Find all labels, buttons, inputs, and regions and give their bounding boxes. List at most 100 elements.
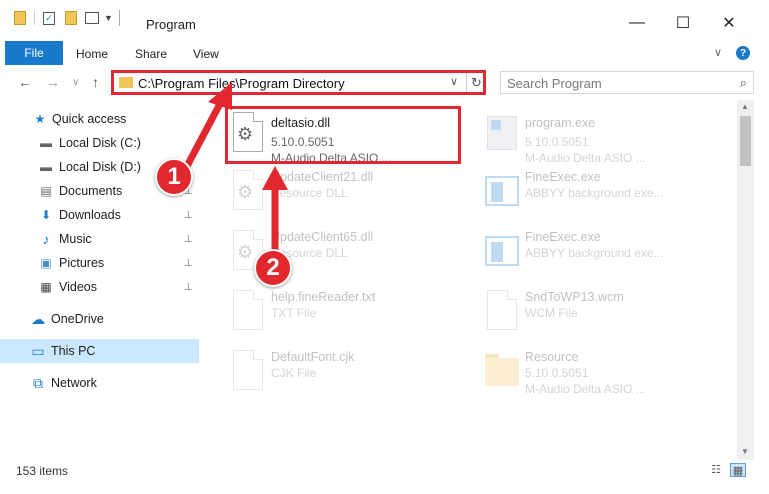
address-path[interactable]: C:\Program Files\Program Directory <box>138 76 345 91</box>
sidebar-item-label: This PC <box>51 344 96 358</box>
address-bar[interactable]: C:\Program Files\Program Directory ∨ ↻ <box>111 70 486 95</box>
scroll-down-icon[interactable]: ▼ <box>741 447 749 456</box>
file-item-sndtowp13-wcm[interactable]: SndToWP13.wcm WCM File <box>477 284 717 336</box>
file-type: Resource DLL <box>271 186 348 200</box>
qa-dropdown-icon[interactable]: ▼ <box>104 13 113 23</box>
search-input[interactable]: Search Program ⌕ <box>500 71 754 94</box>
sidebar-item-onedrive[interactable]: ☁ OneDrive <box>0 307 199 331</box>
scroll-thumb[interactable] <box>740 116 751 166</box>
text-file-icon <box>483 290 521 334</box>
pin-icon[interactable]: ⊥ <box>184 210 193 221</box>
file-item-defaultfont-cjk[interactable]: DefaultFont.cjk CJK File <box>223 344 463 396</box>
sidebar-item-label: Music <box>59 232 92 246</box>
folder-item-resource[interactable]: Resource 5.10.0.5051 M-Audio Delta ASIO … <box>477 344 717 396</box>
sidebar-item-label: Downloads <box>59 208 121 222</box>
sidebar-item-downloads[interactable]: ⬇ Downloads ⊥ <box>0 203 199 227</box>
tab-home[interactable]: Home <box>76 47 108 61</box>
file-item-program-exe[interactable]: program.exe 5.10.0.5051 M-Audio Delta AS… <box>477 106 717 165</box>
item-count: 153 items <box>16 464 69 478</box>
refresh-icon[interactable]: ↻ <box>466 73 486 92</box>
recent-locations-icon[interactable]: ∨ <box>72 77 79 88</box>
minimize-button[interactable]: — <box>614 8 660 38</box>
drive-icon: ▬ <box>40 160 52 174</box>
maximize-button[interactable]: ☐ <box>660 8 706 38</box>
vertical-scrollbar[interactable]: ▲ ▼ <box>737 100 754 460</box>
videos-icon: ▦ <box>40 280 52 294</box>
status-bar: 153 items ☷ ▦ <box>0 460 769 494</box>
dll-gear-icon: ⚙ <box>229 170 267 214</box>
new-folder-icon[interactable] <box>65 11 77 25</box>
pin-icon[interactable]: ⊥ <box>184 282 193 293</box>
close-button[interactable]: ✕ <box>706 8 752 38</box>
downloads-icon: ⬇ <box>40 208 52 222</box>
details-view-icon[interactable]: ☷ <box>708 463 724 477</box>
file-item-fineexec-exe[interactable]: FineExec.exe ABBYY background exe... <box>477 224 717 276</box>
pin-icon[interactable]: ⊥ <box>184 258 193 269</box>
back-arrow-icon[interactable]: ← <box>18 74 32 90</box>
window-title: Program <box>146 17 196 32</box>
file-name: help.fineReader.txt <box>271 290 376 304</box>
network-icon: ⧉ <box>33 374 43 391</box>
callout-1: 1 <box>155 158 193 196</box>
sidebar-item-this-pc[interactable]: ▭ This PC <box>0 339 199 363</box>
file-name: UpdateClient21.dll <box>271 170 374 184</box>
file-name: FineExec.exe <box>525 230 601 244</box>
address-dropdown-icon[interactable]: ∨ <box>450 75 458 88</box>
up-arrow-icon[interactable]: ↑ <box>92 74 99 90</box>
sidebar-item-label: Quick access <box>52 112 127 126</box>
file-name: DefaultFont.cjk <box>271 350 355 364</box>
file-description: M-Audio Delta ASIO ... <box>525 151 646 165</box>
sidebar-item-label: Videos <box>59 280 97 294</box>
app-icon <box>483 170 521 214</box>
sidebar-item-music[interactable]: ♪ Music ⊥ <box>0 227 199 251</box>
separator <box>34 11 35 25</box>
tab-file[interactable]: File <box>5 41 63 65</box>
documents-icon: ▤ <box>40 184 52 198</box>
file-item-fineexec-exe[interactable]: FineExec.exe ABBYY background exe... <box>477 164 717 216</box>
file-item-updateclient21-dll[interactable]: ⚙ UpdateClient21.dll Resource DLL <box>223 164 463 216</box>
help-icon[interactable]: ? <box>736 46 750 60</box>
sidebar-item-label: Pictures <box>59 256 105 270</box>
pc-icon: ▭ <box>31 342 45 359</box>
file-version: 5.10.0.5051 <box>525 135 589 149</box>
scroll-up-icon[interactable]: ▲ <box>741 102 749 111</box>
sidebar-item-label: Local Disk (D:) <box>59 160 141 174</box>
file-item-help-finereader-txt[interactable]: help.fineReader.txt TXT File <box>223 284 463 336</box>
separator <box>118 10 120 26</box>
search-icon[interactable]: ⌕ <box>740 75 747 91</box>
customize-qa-icon[interactable] <box>85 12 99 24</box>
search-placeholder: Search Program <box>507 76 602 91</box>
forward-arrow-icon[interactable]: → <box>46 74 60 90</box>
music-icon: ♪ <box>42 231 50 247</box>
sidebar-item-videos[interactable]: ▦ Videos ⊥ <box>0 275 199 299</box>
drive-icon: ▬ <box>40 136 52 150</box>
properties-checkbox-icon[interactable]: ✓ <box>43 11 55 25</box>
sidebar-item-local-disk-c[interactable]: ▬ Local Disk (C:) <box>0 131 199 155</box>
tab-view[interactable]: View <box>193 47 219 61</box>
navigation-bar: ← → ∨ ↑ C:\Program Files\Program Directo… <box>0 66 769 100</box>
sidebar-item-quick-access[interactable]: ★ Quick access <box>0 107 199 131</box>
file-type: TXT File <box>271 306 317 320</box>
folder-icon[interactable] <box>14 11 26 25</box>
file-highlight-box <box>225 106 461 164</box>
sidebar-item-label: Network <box>51 376 97 390</box>
sidebar-item-pictures[interactable]: ▣ Pictures ⊥ <box>0 251 199 275</box>
ribbon-expand-icon[interactable]: ∨ <box>714 46 722 59</box>
star-icon: ★ <box>34 112 46 126</box>
sidebar-item-label: OneDrive <box>51 312 104 326</box>
text-file-icon <box>229 350 267 394</box>
file-name: UpdateClient65.dll <box>271 230 374 244</box>
sidebar-item-network[interactable]: ⧉ Network <box>0 371 199 395</box>
file-type: WCM File <box>525 306 578 320</box>
callout-2: 2 <box>254 249 292 287</box>
sidebar-item-label: Documents <box>59 184 123 198</box>
file-name: SndToWP13.wcm <box>525 290 624 304</box>
pin-icon[interactable]: ⊥ <box>184 234 193 245</box>
tiles-view-icon[interactable]: ▦ <box>730 463 746 477</box>
sidebar-item-label: Local Disk (C:) <box>59 136 141 150</box>
file-name: Resource <box>525 350 579 364</box>
text-file-icon <box>229 290 267 334</box>
tab-share[interactable]: Share <box>135 47 167 61</box>
file-name: program.exe <box>525 116 596 130</box>
title-bar: ✓ ▼ Program — ☐ ✕ <box>0 0 769 40</box>
